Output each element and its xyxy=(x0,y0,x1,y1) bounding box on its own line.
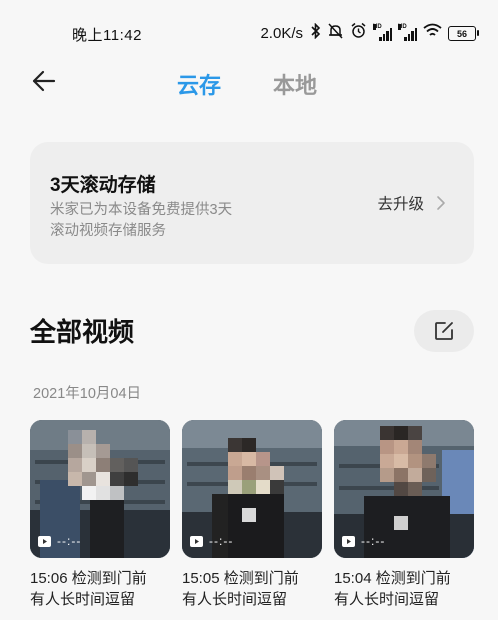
back-button[interactable] xyxy=(28,64,68,100)
card-description: 米家已为本设备免费提供3天 滚动视频存储服务 xyxy=(50,200,270,242)
battery-level: 56 xyxy=(456,28,467,39)
mute-icon xyxy=(327,22,344,45)
card-title: 3天滚动存储 xyxy=(50,175,156,196)
play-icon xyxy=(342,535,355,547)
tab-cloud[interactable]: 云存 xyxy=(177,68,221,100)
edit-button[interactable] xyxy=(414,310,474,352)
video-caption-line: 有人长时间逗留 xyxy=(334,591,440,608)
tab-local[interactable]: 本地 xyxy=(273,68,317,100)
alarm-icon xyxy=(350,22,367,45)
video-grid: --:-- 15:06 检测到门前 有人长时间逗留 --:-- 15:05 检测… xyxy=(30,420,474,620)
video-item[interactable]: --:-- 15:05 检测到门前 有人长时间逗留 xyxy=(182,420,322,610)
video-duration-row: --:-- xyxy=(38,534,81,548)
upgrade-label: 去升级 xyxy=(377,196,424,213)
play-icon xyxy=(38,535,51,547)
video-caption: 15:06 检测到门前 有人长时间逗留 xyxy=(30,568,170,610)
play-icon xyxy=(190,535,203,547)
section-title: 全部视频 xyxy=(30,317,135,347)
signal-hd-icon: HD xyxy=(373,23,392,41)
video-duration: --:-- xyxy=(57,534,82,548)
video-duration-row: --:-- xyxy=(342,534,385,548)
video-item[interactable]: --:-- 15:04 检测到门前 有人长时间逗留 xyxy=(334,420,474,610)
video-caption-line: 15:05 检测到门前 xyxy=(182,570,299,587)
video-caption: 15:05 检测到门前 有人长时间逗留 xyxy=(182,568,322,610)
video-caption-line: 有人长时间逗留 xyxy=(182,591,288,608)
video-caption-line: 15:04 检测到门前 xyxy=(334,570,451,587)
video-item[interactable]: --:-- 15:06 检测到门前 有人长时间逗留 xyxy=(30,420,170,610)
bluetooth-icon xyxy=(311,22,321,45)
battery-icon: 56 xyxy=(448,26,479,41)
status-icons: 2.0K/s HD HD 56 xyxy=(260,22,479,45)
edit-icon xyxy=(435,322,453,340)
video-thumbnail[interactable]: --:-- xyxy=(334,420,474,558)
network-speed: 2.0K/s xyxy=(260,25,303,42)
chevron-right-icon xyxy=(437,196,445,210)
video-thumbnail[interactable]: --:-- xyxy=(182,420,322,558)
upgrade-button[interactable]: 去升级 xyxy=(377,192,446,214)
signal-hd-icon: HD xyxy=(398,23,417,41)
wifi-icon xyxy=(423,23,442,44)
video-duration-row: --:-- xyxy=(190,534,233,548)
video-caption-line: 15:06 检测到门前 xyxy=(30,570,147,587)
video-duration: --:-- xyxy=(209,534,234,548)
upgrade-card: 3天滚动存储 米家已为本设备免费提供3天 滚动视频存储服务 去升级 xyxy=(30,142,474,264)
video-caption: 15:04 检测到门前 有人长时间逗留 xyxy=(334,568,474,610)
video-thumbnail[interactable]: --:-- xyxy=(30,420,170,558)
header: 云存 本地 xyxy=(0,62,498,112)
back-arrow-icon xyxy=(32,70,56,92)
card-description-line: 米家已为本设备免费提供3天 xyxy=(50,202,233,218)
video-duration: --:-- xyxy=(361,534,386,548)
status-time: 晚上11:42 xyxy=(72,27,142,44)
date-label: 2021年10月04日 xyxy=(33,386,142,402)
status-bar: 晚上11:42 2.0K/s HD HD 56 xyxy=(0,0,498,62)
card-description-line: 滚动视频存储服务 xyxy=(50,223,166,239)
video-caption-line: 有人长时间逗留 xyxy=(30,591,136,608)
